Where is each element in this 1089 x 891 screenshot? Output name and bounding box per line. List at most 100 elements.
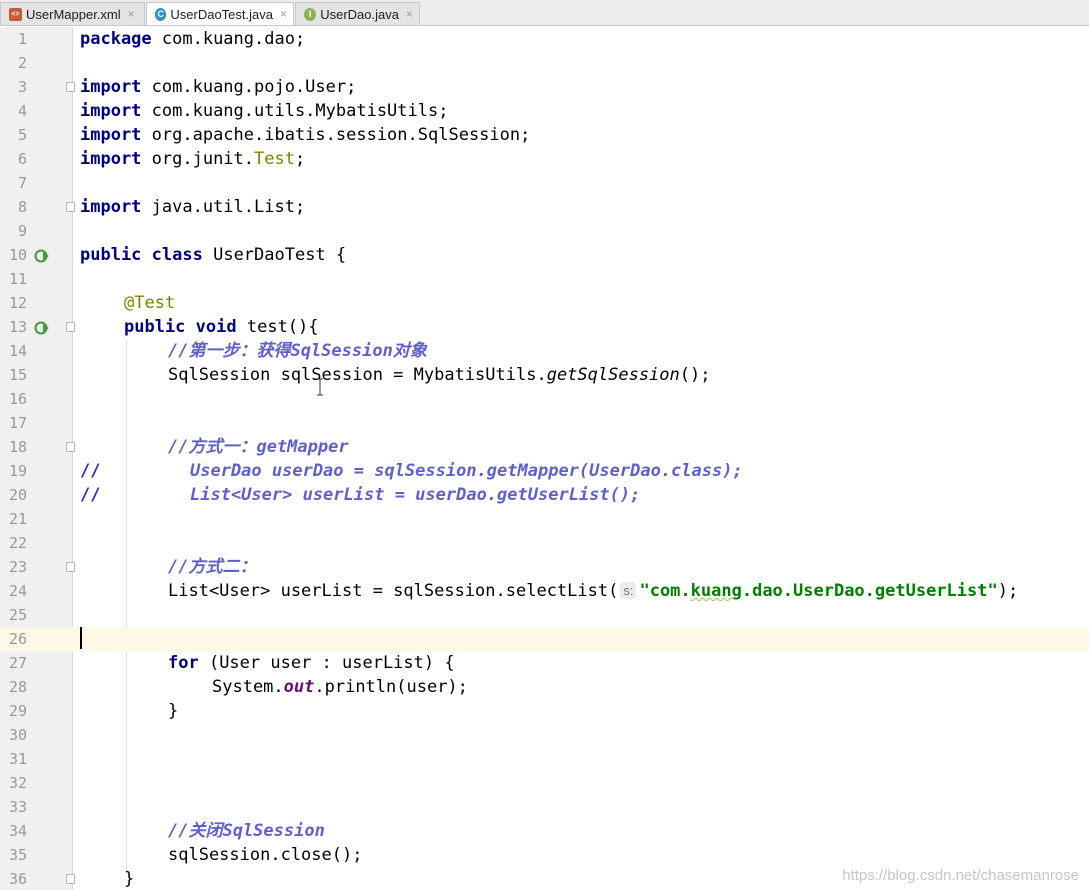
code-text[interactable]: public void test(){	[124, 315, 319, 339]
code-line[interactable]: 18 //方式一：getMapper	[0, 435, 1089, 459]
code-line[interactable]: 5 import org.apache.ibatis.session.SqlSe…	[0, 123, 1089, 147]
code-comment[interactable]: UserDao userDao = sqlSession.getMapper(U…	[190, 459, 743, 483]
tab-label: UserDaoTest.java	[170, 6, 273, 22]
line-number: 4	[17, 102, 27, 120]
line-number: 13	[8, 318, 27, 336]
line-number: 25	[8, 606, 27, 624]
code-line[interactable]: 10 public class UserDaoTest {	[0, 243, 1089, 267]
line-number: 16	[8, 390, 27, 408]
tab-userdaotest-java[interactable]: C UserDaoTest.java ×	[146, 2, 294, 25]
fold-toggle-icon[interactable]	[66, 562, 75, 572]
code-line[interactable]: 30	[0, 723, 1089, 747]
line-number: 21	[8, 510, 27, 528]
code-comment[interactable]: //	[80, 483, 100, 507]
code-line[interactable]: 15 SqlSession sqlSession = MybatisUtils.…	[0, 363, 1089, 387]
code-line[interactable]: 35 sqlSession.close();	[0, 843, 1089, 867]
code-line[interactable]: 33	[0, 795, 1089, 819]
line-number: 35	[8, 846, 27, 864]
code-line[interactable]: 29 }	[0, 699, 1089, 723]
code-line[interactable]: 1 package com.kuang.dao;	[0, 27, 1089, 51]
code-text[interactable]: }	[124, 867, 134, 891]
line-number: 3	[17, 78, 27, 96]
line-number: 20	[8, 486, 27, 504]
line-number: 34	[8, 822, 27, 840]
code-text[interactable]: System.out.println(user);	[212, 675, 468, 699]
code-line[interactable]: 28 System.out.println(user);	[0, 675, 1089, 699]
code-line[interactable]: 20 // List<User> userList = userDao.getU…	[0, 483, 1089, 507]
line-number: 36	[8, 870, 27, 888]
class-file-icon: C	[155, 7, 167, 21]
tab-label: UserDao.java	[320, 6, 399, 22]
code-comment[interactable]: //方式一：getMapper	[168, 435, 349, 459]
code-line[interactable]: 13 public void test(){	[0, 315, 1089, 339]
line-number: 9	[17, 222, 27, 240]
code-line[interactable]: 8 import java.util.List;	[0, 195, 1089, 219]
line-number: 29	[8, 702, 27, 720]
fold-toggle-icon[interactable]	[66, 874, 75, 884]
code-line[interactable]: 16	[0, 387, 1089, 411]
code-line[interactable]: 32	[0, 771, 1089, 795]
line-number: 22	[8, 534, 27, 552]
code-line[interactable]: 21	[0, 507, 1089, 531]
code-comment[interactable]: //方式二：	[168, 555, 256, 579]
code-text[interactable]: List<User> userList = sqlSession.selectL…	[168, 579, 1018, 603]
tab-userdao-java[interactable]: I UserDao.java ×	[295, 2, 420, 25]
run-test-icon[interactable]	[34, 320, 50, 336]
code-line[interactable]: 23 //方式二：	[0, 555, 1089, 579]
code-line[interactable]: 11	[0, 267, 1089, 291]
code-text[interactable]: import com.kuang.utils.MybatisUtils;	[80, 99, 448, 123]
line-number: 31	[8, 750, 27, 768]
code-line[interactable]: 24 List<User> userList = sqlSession.sele…	[0, 579, 1089, 603]
line-number: 2	[17, 54, 27, 72]
code-line[interactable]: 3 import com.kuang.pojo.User;	[0, 75, 1089, 99]
run-test-icon[interactable]	[34, 248, 50, 264]
line-number: 18	[8, 438, 27, 456]
code-line[interactable]: 7	[0, 171, 1089, 195]
code-text[interactable]: for (User user : userList) {	[168, 651, 455, 675]
close-tab-icon[interactable]: ×	[128, 7, 135, 21]
fold-toggle-icon[interactable]	[66, 202, 75, 212]
code-text[interactable]: @Test	[124, 291, 175, 315]
code-text[interactable]: package com.kuang.dao;	[80, 27, 305, 51]
tab-label: UserMapper.xml	[26, 6, 121, 22]
code-line[interactable]: 34 //关闭SqlSession	[0, 819, 1089, 843]
code-line[interactable]: 22	[0, 531, 1089, 555]
code-line[interactable]: 25	[0, 603, 1089, 627]
code-line[interactable]: 17	[0, 411, 1089, 435]
code-line[interactable]: 4 import com.kuang.utils.MybatisUtils;	[0, 99, 1089, 123]
code-line[interactable]: 14 //第一步：获得SqlSession对象	[0, 339, 1089, 363]
code-text[interactable]: public class UserDaoTest {	[80, 243, 346, 267]
code-comment[interactable]: //	[80, 459, 100, 483]
line-number: 11	[8, 270, 27, 288]
code-text[interactable]: sqlSession.close();	[168, 843, 362, 867]
fold-toggle-icon[interactable]	[66, 322, 75, 332]
line-number: 10	[8, 246, 27, 264]
line-number: 14	[8, 342, 27, 360]
code-line[interactable]: 31	[0, 747, 1089, 771]
code-line[interactable]: 12 @Test	[0, 291, 1089, 315]
line-number: 6	[17, 150, 27, 168]
code-comment[interactable]: List<User> userList = userDao.getUserLis…	[190, 483, 640, 507]
code-line[interactable]: 27 for (User user : userList) {	[0, 651, 1089, 675]
close-tab-icon[interactable]: ×	[406, 7, 413, 21]
code-line[interactable]: 2	[0, 51, 1089, 75]
current-line[interactable]: 26	[0, 627, 1089, 651]
code-text[interactable]: import java.util.List;	[80, 195, 305, 219]
fold-toggle-icon[interactable]	[66, 442, 75, 452]
code-comment[interactable]: //第一步：获得SqlSession对象	[168, 339, 427, 363]
code-text[interactable]: import com.kuang.pojo.User;	[80, 75, 356, 99]
code-text[interactable]: import org.junit.Test;	[80, 147, 305, 171]
code-line[interactable]: 9	[0, 219, 1089, 243]
code-text[interactable]: SqlSession sqlSession = MybatisUtils.get…	[168, 363, 710, 387]
code-line[interactable]: 19 // UserDao userDao = sqlSession.getMa…	[0, 459, 1089, 483]
line-number: 1	[17, 30, 27, 48]
line-number: 27	[8, 654, 27, 672]
code-comment[interactable]: //关闭SqlSession	[168, 819, 325, 843]
code-text[interactable]: }	[168, 699, 178, 723]
interface-file-icon: I	[304, 7, 317, 21]
code-text[interactable]: import org.apache.ibatis.session.SqlSess…	[80, 123, 530, 147]
code-line[interactable]: 6 import org.junit.Test;	[0, 147, 1089, 171]
close-tab-icon[interactable]: ×	[280, 7, 287, 21]
tab-usermapper-xml[interactable]: <> UserMapper.xml ×	[0, 2, 145, 25]
fold-toggle-icon[interactable]	[66, 82, 75, 92]
